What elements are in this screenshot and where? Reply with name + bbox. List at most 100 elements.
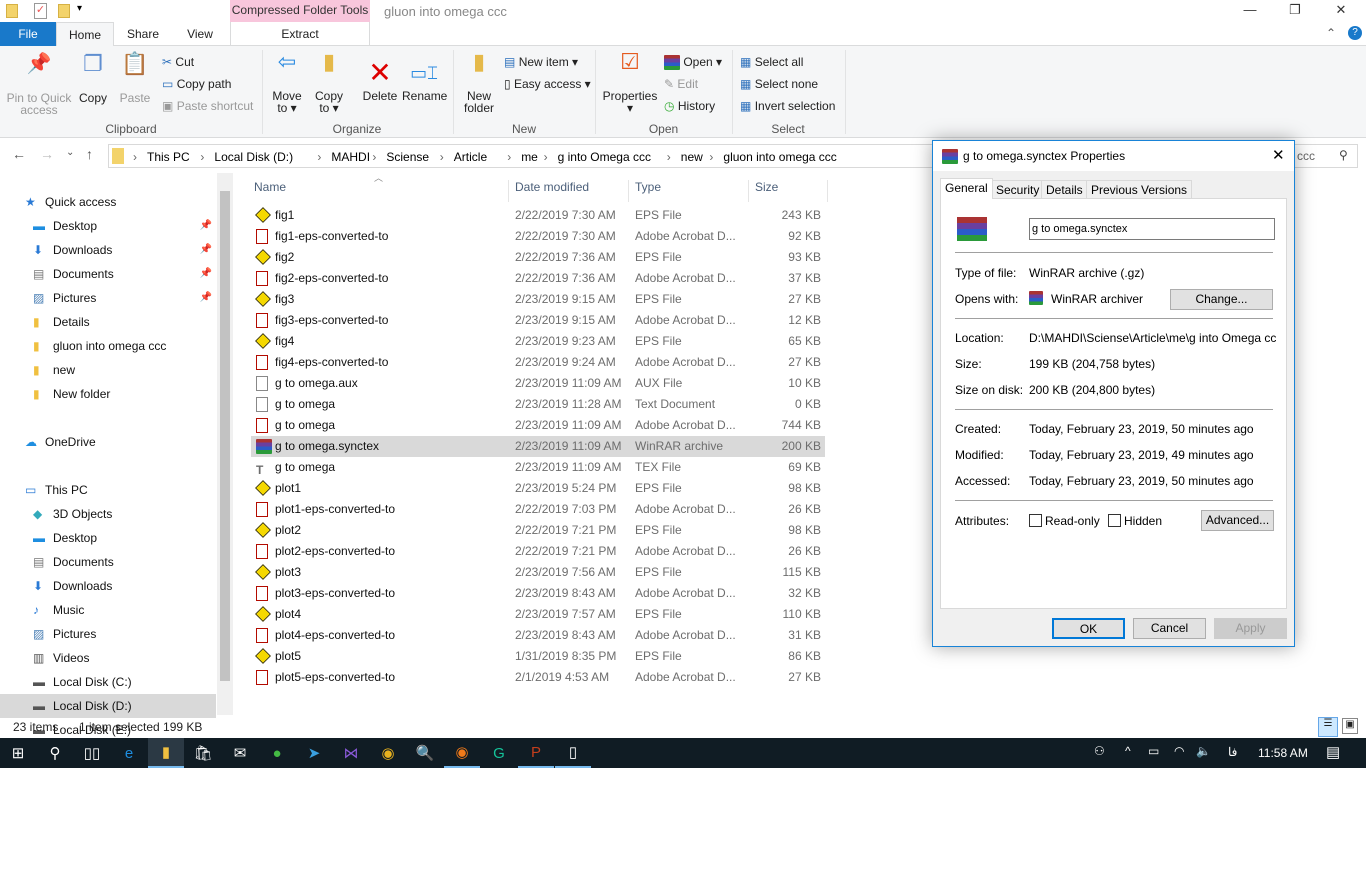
- clock[interactable]: 11:58 AM: [1258, 746, 1308, 760]
- sidebar-item-videos[interactable]: ▥ Videos: [0, 646, 216, 670]
- start-icon[interactable]: ⊞: [0, 738, 36, 768]
- folder-icon[interactable]: [6, 4, 18, 18]
- column-header-date[interactable]: Date modified: [509, 180, 629, 202]
- paste-button[interactable]: 📋 Paste: [118, 53, 152, 105]
- visual-studio-icon[interactable]: ⋈: [333, 738, 369, 768]
- delete-button[interactable]: ✕ Delete: [360, 56, 400, 102]
- breadcrumb-item[interactable]: g into Omega ccc: [558, 150, 651, 164]
- language-indicator[interactable]: فا: [1228, 745, 1237, 759]
- wifi-icon[interactable]: ◠: [1174, 744, 1184, 758]
- tab-extract[interactable]: Extract: [230, 22, 370, 46]
- tab-view[interactable]: View: [175, 22, 225, 46]
- breadcrumb-separator-icon[interactable]: ›: [317, 150, 321, 164]
- copy-path-button[interactable]: ▭ Copy path: [162, 77, 231, 91]
- volume-icon[interactable]: 🔈: [1196, 744, 1211, 758]
- history-button[interactable]: ◷ History: [664, 99, 715, 113]
- sidebar-item-quick-access[interactable]: ★ Quick access: [0, 190, 216, 214]
- dialog-tab-details[interactable]: Details: [1041, 180, 1088, 199]
- breadcrumb-item[interactable]: Article: [454, 150, 487, 164]
- invert-selection-button[interactable]: ▦ Invert selection: [740, 99, 835, 113]
- sidebar-item-pictures[interactable]: ▨ Pictures: [0, 622, 216, 646]
- store-icon[interactable]: 🛍: [185, 738, 221, 768]
- breadcrumb-separator-icon[interactable]: ›: [544, 150, 548, 164]
- powerpoint-p-icon[interactable]: P: [518, 738, 554, 768]
- search-app-icon[interactable]: 🔍: [407, 738, 443, 768]
- cancel-button[interactable]: Cancel: [1133, 618, 1206, 639]
- breadcrumb-separator-icon[interactable]: ›: [200, 150, 204, 164]
- breadcrumb-item[interactable]: Sciense: [386, 150, 429, 164]
- breadcrumb-item[interactable]: new: [681, 150, 703, 164]
- file-row[interactable]: fig4 2/23/2019 9:23 AM EPS File 65 KB: [251, 331, 825, 352]
- edge-icon[interactable]: e: [111, 738, 147, 768]
- column-header-type[interactable]: Type: [629, 180, 749, 202]
- search-icon[interactable]: ⚲: [37, 738, 73, 768]
- file-row[interactable]: fig2 2/22/2019 7:36 AM EPS File 93 KB: [251, 247, 825, 268]
- pin-to-quick-access-button[interactable]: 📌 Pin to Quick access: [4, 54, 74, 116]
- file-row[interactable]: plot4-eps-converted-to 2/23/2019 8:43 AM A…: [251, 625, 825, 646]
- file-row[interactable]: fig3-eps-converted-to 2/23/2019 9:15 AM Ad…: [251, 310, 825, 331]
- file-row[interactable]: plot2 2/22/2019 7:21 PM EPS File 98 KB: [251, 520, 825, 541]
- select-none-button[interactable]: ▦ Select none: [740, 77, 818, 91]
- change-button[interactable]: Change...: [1170, 289, 1273, 310]
- back-arrow-icon[interactable]: ←: [12, 146, 26, 162]
- file-row[interactable]: plot1 2/23/2019 5:24 PM EPS File 98 KB: [251, 478, 825, 499]
- mail-icon[interactable]: ✉: [222, 738, 258, 768]
- breadcrumb-item[interactable]: gluon into omega ccc: [723, 150, 836, 164]
- tab-file[interactable]: File: [0, 22, 56, 46]
- file-row[interactable]: plot3-eps-converted-to 2/23/2019 8:43 AM A…: [251, 583, 825, 604]
- breadcrumb-item[interactable]: me: [521, 150, 538, 164]
- hidden-checkbox[interactable]: [1108, 514, 1121, 527]
- cut-button[interactable]: ✂ Cut: [162, 55, 194, 69]
- tab-share[interactable]: Share: [118, 22, 168, 46]
- ok-button[interactable]: OK: [1052, 618, 1125, 639]
- sidebar-item-downloads[interactable]: ⬇ Downloads 📌: [0, 238, 216, 262]
- move-to-button[interactable]: ⇦ Move to ▾: [270, 51, 304, 115]
- column-header-name[interactable]: Name: [248, 180, 509, 202]
- breadcrumb-item[interactable]: MAHDI: [331, 150, 370, 164]
- close-button[interactable]: ✕: [1326, 2, 1356, 18]
- details-view-icon[interactable]: ☰: [1318, 717, 1338, 737]
- restore-button[interactable]: ❐: [1280, 2, 1310, 18]
- large-icons-view-icon[interactable]: ▣: [1342, 718, 1358, 734]
- scrollbar-thumb[interactable]: [220, 191, 230, 681]
- sidebar-item-3d-objects[interactable]: ◆ 3D Objects: [0, 502, 216, 526]
- read-only-checkbox[interactable]: [1029, 514, 1042, 527]
- document-icon[interactable]: ▯: [555, 738, 591, 768]
- file-row[interactable]: g to omega 2/23/2019 11:09 AM Adobe Acroba…: [251, 415, 825, 436]
- file-row[interactable]: g to omega 2/23/2019 11:28 AM Text Documen…: [251, 394, 825, 415]
- easy-access-button[interactable]: ▯ Easy access ▾: [504, 77, 591, 91]
- file-row[interactable]: fig1-eps-converted-to 2/22/2019 7:30 AM Ad…: [251, 226, 825, 247]
- file-row[interactable]: plot5 1/31/2019 8:35 PM EPS File 86 KB: [251, 646, 825, 667]
- navigation-pane-scrollbar[interactable]: [217, 173, 233, 715]
- sidebar-item-local-disk-c-[interactable]: ▬ Local Disk (C:): [0, 670, 216, 694]
- battery-icon[interactable]: ▭: [1148, 744, 1159, 758]
- rename-button[interactable]: ▭⌶ Rename: [402, 56, 447, 102]
- edit-button[interactable]: ✎ Edit: [664, 77, 698, 91]
- sidebar-item-downloads[interactable]: ⬇ Downloads: [0, 574, 216, 598]
- sidebar-item-music[interactable]: ♪ Music: [0, 598, 216, 622]
- column-header-size[interactable]: Size: [749, 180, 828, 202]
- breadcrumb-separator-icon[interactable]: ›: [667, 150, 671, 164]
- paste-shortcut-button[interactable]: ▣ Paste shortcut: [162, 99, 253, 113]
- breadcrumb-separator-icon[interactable]: ›: [709, 150, 713, 164]
- people-icon[interactable]: ⚇: [1094, 744, 1105, 758]
- recent-locations-chevron-icon[interactable]: ⌄: [66, 147, 74, 158]
- apply-button[interactable]: Apply: [1214, 618, 1287, 639]
- sidebar-item-desktop[interactable]: ▬ Desktop: [0, 526, 216, 550]
- minimize-button[interactable]: —: [1235, 2, 1265, 17]
- file-row[interactable]: fig2-eps-converted-to 2/22/2019 7:36 AM Ad…: [251, 268, 825, 289]
- select-all-button[interactable]: ▦ Select all: [740, 55, 803, 69]
- file-row[interactable]: plot4 2/23/2019 7:57 AM EPS File 110 KB: [251, 604, 825, 625]
- customize-quick-access-icon[interactable]: ▾: [77, 3, 82, 14]
- sidebar-item-desktop[interactable]: ▬ Desktop 📌: [0, 214, 216, 238]
- breadcrumb-item[interactable]: Local Disk (D:): [214, 150, 293, 164]
- sidebar-item-local-disk-d-[interactable]: ▬ Local Disk (D:): [0, 694, 216, 718]
- dialog-tab-previous-versions[interactable]: Previous Versions: [1086, 180, 1193, 199]
- sidebar-item-new-folder[interactable]: ▮ New folder: [0, 382, 216, 406]
- collapse-ribbon-icon[interactable]: ⌃: [1326, 26, 1336, 40]
- file-explorer-icon[interactable]: ▮: [148, 738, 184, 768]
- copy-to-button[interactable]: ▮ Copy to ▾: [312, 51, 346, 115]
- file-row[interactable]: plot2-eps-converted-to 2/22/2019 7:21 PM A…: [251, 541, 825, 562]
- file-row[interactable]: plot5-eps-converted-to 2/1/2019 4:53 AM Ad…: [251, 667, 825, 688]
- copy-button[interactable]: ❐ Copy: [76, 53, 110, 105]
